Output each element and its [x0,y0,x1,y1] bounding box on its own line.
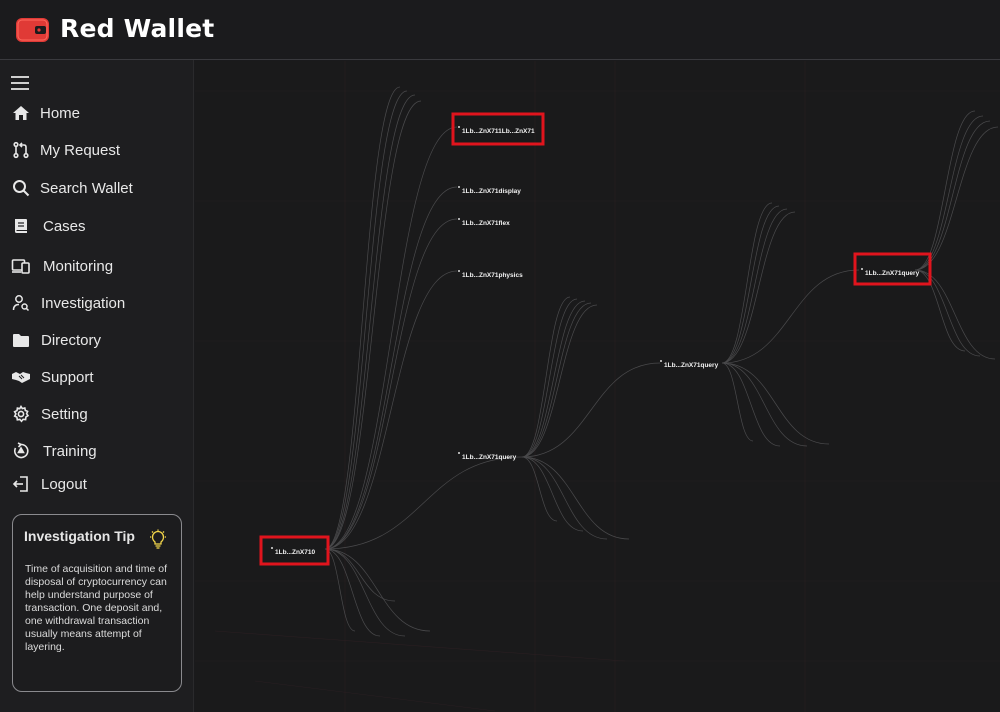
handshake-icon [11,367,31,387]
search-icon [11,178,31,198]
tip-text: Time of acquisition and time of disposal… [25,563,168,653]
graph-nodes: 1Lb...ZnX710 1Lb...ZnX711Lb...ZnX71 1Lb...… [259,112,932,566]
home-icon [11,103,31,123]
node-dot [458,270,460,272]
node-label: 1Lb...ZnX710 [275,549,315,556]
graph-edge-upward [721,211,796,364]
graph-edge-upward [521,296,571,458]
graph-edge-upward [521,300,586,458]
graph-edge-upward [324,86,401,550]
app-title: Red Wallet [60,14,215,43]
graph-node[interactable]: 1Lb...ZnX71query [458,452,517,461]
graph-node[interactable]: 1Lb...ZnX71flex [458,218,510,227]
node-label: 1Lb...ZnX71query [865,270,920,277]
node-dot [271,547,273,549]
graph-edge-downward [914,269,966,352]
sidebar: Home My Request Search Wallet Cases Moni… [0,60,194,712]
node-dot [458,218,460,220]
graph-edge-downward [324,548,406,637]
sidebar-item-logout[interactable]: Logout [0,469,194,499]
graph-edge [721,269,860,364]
graph-edge-upward [324,100,422,550]
sidebar-item-my-request[interactable]: My Request [0,135,194,165]
graph-node[interactable]: 1Lb...ZnX710 [259,535,330,566]
graph-edge-downward [721,362,808,447]
sidebar-item-search-wallet[interactable]: Search Wallet [0,173,194,203]
hamburger-menu-button[interactable] [11,76,29,90]
graph-edge-downward [721,362,781,447]
graph-edge-downward [721,362,754,442]
sidebar-item-support[interactable]: Support [0,362,194,392]
graph-node[interactable]: 1Lb...ZnX71query [660,360,719,369]
sidebar-item-label: Home [40,104,81,122]
gear-icon [11,404,31,424]
book-icon [11,216,31,236]
pull-request-icon [11,140,31,160]
graph-edge-upward [721,208,788,364]
transaction-graph[interactable]: 1Lb...ZnX710 1Lb...ZnX711Lb...ZnX71 1Lb...… [195,61,1000,712]
graph-edge-downward [521,456,584,532]
sidebar-item-label: Support [41,368,94,386]
wallet-logo-icon [16,18,49,42]
tip-title: Investigation Tip [24,528,135,544]
lightbulb-icon [150,529,166,549]
graph-edge-upward [914,115,984,271]
graph-edge-upward [721,202,773,364]
sidebar-item-label: Logout [41,475,87,493]
graph-edge [521,362,661,458]
graph-node[interactable]: 1Lb...ZnX71physics [458,270,523,279]
graph-node[interactable]: 1Lb...ZnX71display [458,186,521,195]
sidebar-item-monitoring[interactable]: Monitoring [0,251,194,281]
graph-edge-upward [914,120,991,271]
node-label: 1Lb...ZnX71display [462,188,521,195]
node-dot [861,268,863,270]
sidebar-item-cases[interactable]: Cases [0,211,194,241]
sidebar-item-home[interactable]: Home [0,98,194,128]
node-dot [660,360,662,362]
graph-edge-downward [324,548,396,602]
node-dot [458,452,460,454]
top-bar: Red Wallet [0,0,1000,60]
sidebar-item-label: My Request [40,141,121,159]
sidebar-item-label: Setting [41,405,88,423]
sidebar-item-setting[interactable]: Setting [0,399,194,429]
folder-icon [11,330,31,350]
sidebar-item-label: Monitoring [43,257,114,275]
sidebar-item-label: Investigation [41,294,126,312]
node-label: 1Lb...ZnX711Lb...ZnX71 [462,128,535,135]
node-dot [458,186,460,188]
graph-edge-downward [521,456,558,522]
sidebar-item-label: Cases [43,217,86,235]
sidebar-item-label: Training [43,442,97,460]
graph-node[interactable]: 1Lb...ZnX711Lb...ZnX71 [451,112,545,146]
graph-edge-downward [521,456,630,540]
node-label: 1Lb...ZnX71flex [462,220,510,227]
node-label: 1Lb...ZnX71physics [462,272,523,279]
logout-icon [11,474,31,494]
sidebar-item-investigation[interactable]: Investigation [0,288,194,318]
node-label: 1Lb...ZnX71query [462,454,517,461]
person-search-icon [11,293,31,313]
graph-grid [195,61,1000,712]
graph-canvas[interactable]: 1Lb...ZnX710 1Lb...ZnX711Lb...ZnX71 1Lb...… [195,61,1000,712]
sidebar-item-label: Search Wallet [40,179,133,197]
sidebar-item-directory[interactable]: Directory [0,325,194,355]
graph-edge-upward [914,110,976,271]
graph-edge-upward [914,126,999,271]
node-label: 1Lb...ZnX71query [664,362,719,369]
training-icon [11,441,31,461]
devices-icon [11,256,31,276]
graph-edge-upward [721,205,780,364]
sidebar-item-label: Directory [41,331,102,349]
investigation-tip-card: Investigation Tip Time of acquisition an… [12,514,182,692]
graph-edge-upward [521,302,592,458]
app-root: Red Wallet Home My Request Search Wallet… [0,0,1000,712]
sidebar-item-training[interactable]: Training [0,436,194,466]
graph-edge-downward [324,548,381,637]
node-dot [458,126,460,128]
graph-edge-upward [521,298,578,458]
